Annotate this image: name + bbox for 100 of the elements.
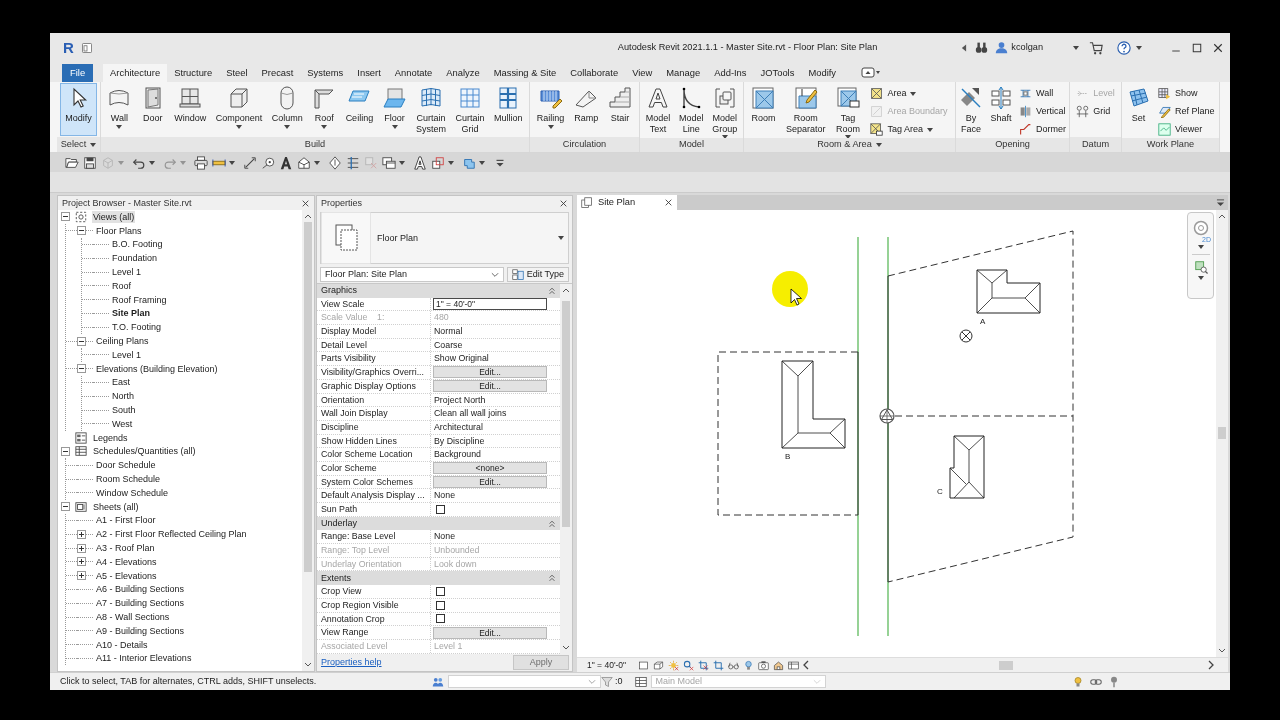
ribbon-tab[interactable]: Steel	[219, 64, 255, 82]
ribbon-tool-button[interactable]: Ceiling	[342, 83, 377, 125]
caret-icon[interactable]	[926, 127, 933, 132]
collapse-icon[interactable]	[77, 226, 86, 236]
property-edit-button[interactable]: <none>	[433, 462, 547, 475]
tree-item[interactable]: A1 - First Floor	[95, 514, 157, 527]
vertical-scrollbar[interactable]	[1216, 210, 1228, 657]
scroll-right-icon[interactable]	[1208, 660, 1214, 670]
ribbon-toggle-icon[interactable]	[861, 65, 881, 79]
help-icon[interactable]	[1117, 40, 1131, 55]
collapse-icon[interactable]	[77, 364, 86, 374]
type-selector[interactable]: Floor Plan	[320, 212, 569, 264]
tree-item[interactable]: Room Schedule	[95, 473, 162, 486]
expand-icon[interactable]	[77, 557, 86, 567]
crop-x-icon[interactable]	[698, 659, 710, 671]
checkbox[interactable]	[436, 614, 445, 624]
caret-icon[interactable]	[314, 160, 320, 165]
file-tab[interactable]: File	[62, 64, 94, 82]
crop-icon[interactable]	[713, 659, 725, 671]
maximize-icon[interactable]	[1191, 41, 1203, 54]
tree-item[interactable]: Views (all)	[92, 210, 136, 223]
ribbon-tab[interactable]: View	[625, 64, 660, 82]
tree-item[interactable]: Ceiling Plans	[95, 335, 150, 348]
ribbon-tool-button[interactable]: Model Text	[642, 83, 674, 135]
document-tab[interactable]: Site Plan	[577, 195, 677, 210]
app-logo[interactable]: R	[63, 40, 74, 55]
ribbon-tool-button[interactable]: Ramp	[571, 83, 602, 125]
ribbon-tool-button[interactable]: Room	[748, 83, 779, 125]
framed-panel-icon[interactable]	[80, 41, 93, 54]
tree-item[interactable]: Schedules/Quantities (all)	[92, 445, 197, 458]
property-edit-button[interactable]: Edit...	[433, 380, 547, 393]
edit-type-button[interactable]: Edit Type	[506, 267, 569, 282]
overlapping-boxes-icon[interactable]	[431, 155, 445, 170]
caret-icon[interactable]	[284, 124, 291, 129]
expand-icon[interactable]	[77, 571, 86, 581]
tree-item[interactable]: A6 - Building Sections	[95, 583, 186, 596]
house-icon[interactable]	[773, 659, 785, 671]
menu-arrow-icon[interactable]	[1216, 198, 1225, 207]
tree-item[interactable]: Floor Plans	[95, 224, 143, 237]
ribbon-tool-button[interactable]: By Face	[956, 83, 986, 135]
ribbon-tab[interactable]: JOTools	[753, 64, 802, 82]
tree-item[interactable]: Legends	[92, 431, 129, 444]
ribbon-tool-button[interactable]: Area	[867, 85, 951, 102]
camera-icon[interactable]	[758, 659, 770, 671]
property-edit-button[interactable]: Edit...	[433, 366, 547, 379]
ribbon-tab[interactable]: Insert	[350, 64, 388, 82]
ribbon-tool-button[interactable]: Show	[1154, 85, 1218, 102]
caret-icon[interactable]	[1136, 45, 1142, 50]
ribbon-tool-button[interactable]: Window	[171, 83, 210, 125]
panel-title[interactable]: Room & Area	[744, 138, 955, 152]
ribbon-tool-button[interactable]: Roof	[309, 83, 340, 130]
ribbon-tool-button[interactable]: Dormer	[1016, 121, 1069, 138]
close-icon[interactable]	[301, 198, 310, 208]
tree-item[interactable]: Window Schedule	[95, 486, 170, 499]
letter-icon[interactable]	[279, 155, 293, 170]
ribbon-tool-button[interactable]: Shaft	[986, 83, 1016, 125]
vertical-scrollbar[interactable]	[560, 284, 572, 654]
windows-icon[interactable]	[382, 155, 396, 170]
ribbon-tool-button[interactable]: Modify	[60, 83, 97, 136]
tree-item[interactable]: Door Schedule	[95, 459, 157, 472]
view-type-dropdown[interactable]: Floor Plan: Site Plan	[320, 267, 504, 282]
property-edit-button[interactable]: Edit...	[433, 626, 547, 639]
scrollbar-thumb[interactable]	[1218, 427, 1226, 439]
caret-icon[interactable]	[875, 143, 882, 147]
ribbon-tab[interactable]: Massing & Site	[486, 64, 564, 82]
lines-icon[interactable]	[346, 155, 360, 170]
frame-icon[interactable]	[788, 659, 800, 671]
collapse-chevrons-icon[interactable]	[548, 518, 556, 529]
close-icon[interactable]	[1212, 41, 1224, 54]
tree-item[interactable]: North	[111, 390, 135, 403]
scroll-up-icon[interactable]	[304, 213, 312, 219]
tree-item[interactable]: B.O. Footing	[111, 238, 164, 251]
tree-item[interactable]: A3 - Roof Plan	[95, 542, 156, 554]
scale-input-field[interactable]: 1" = 40'-0"	[433, 298, 547, 311]
expand-icon[interactable]	[77, 529, 86, 539]
caret-icon[interactable]	[1197, 245, 1204, 249]
ribbon-tool-button[interactable]: Set	[1123, 83, 1154, 125]
scrollbar-thumb[interactable]	[562, 301, 570, 527]
collapse-icon[interactable]	[61, 446, 70, 456]
user-icon[interactable]	[995, 41, 1009, 54]
scrollbar-thumb[interactable]	[304, 222, 312, 572]
ribbon-tool-button[interactable]: Room Separator	[782, 83, 829, 135]
ribbon-tool-button[interactable]: Component	[212, 83, 266, 130]
table-icon[interactable]	[634, 675, 647, 688]
expand-icon[interactable]	[77, 543, 86, 553]
ribbon-tab[interactable]: Systems	[300, 64, 351, 82]
tree-item[interactable]: A2 - First Floor Reflected Ceiling Plan	[95, 528, 248, 541]
user-name[interactable]: kcolgan	[1011, 42, 1043, 53]
help-link[interactable]: Properties help	[321, 657, 382, 668]
caret-icon[interactable]	[910, 91, 917, 96]
ribbon-tool-button[interactable]: Stair	[605, 83, 636, 125]
square-icon[interactable]	[638, 659, 650, 671]
collapse-icon[interactable]	[61, 502, 70, 512]
close-icon[interactable]	[664, 198, 673, 207]
ribbon-tab[interactable]: Analyze	[439, 64, 487, 82]
group-header[interactable]: Graphics	[317, 284, 560, 298]
group-header[interactable]: Extents	[317, 571, 560, 586]
chevron-down-icon[interactable]	[490, 271, 499, 278]
caret-icon[interactable]	[547, 124, 554, 129]
tree-item[interactable]: A10 - Details	[95, 638, 149, 651]
